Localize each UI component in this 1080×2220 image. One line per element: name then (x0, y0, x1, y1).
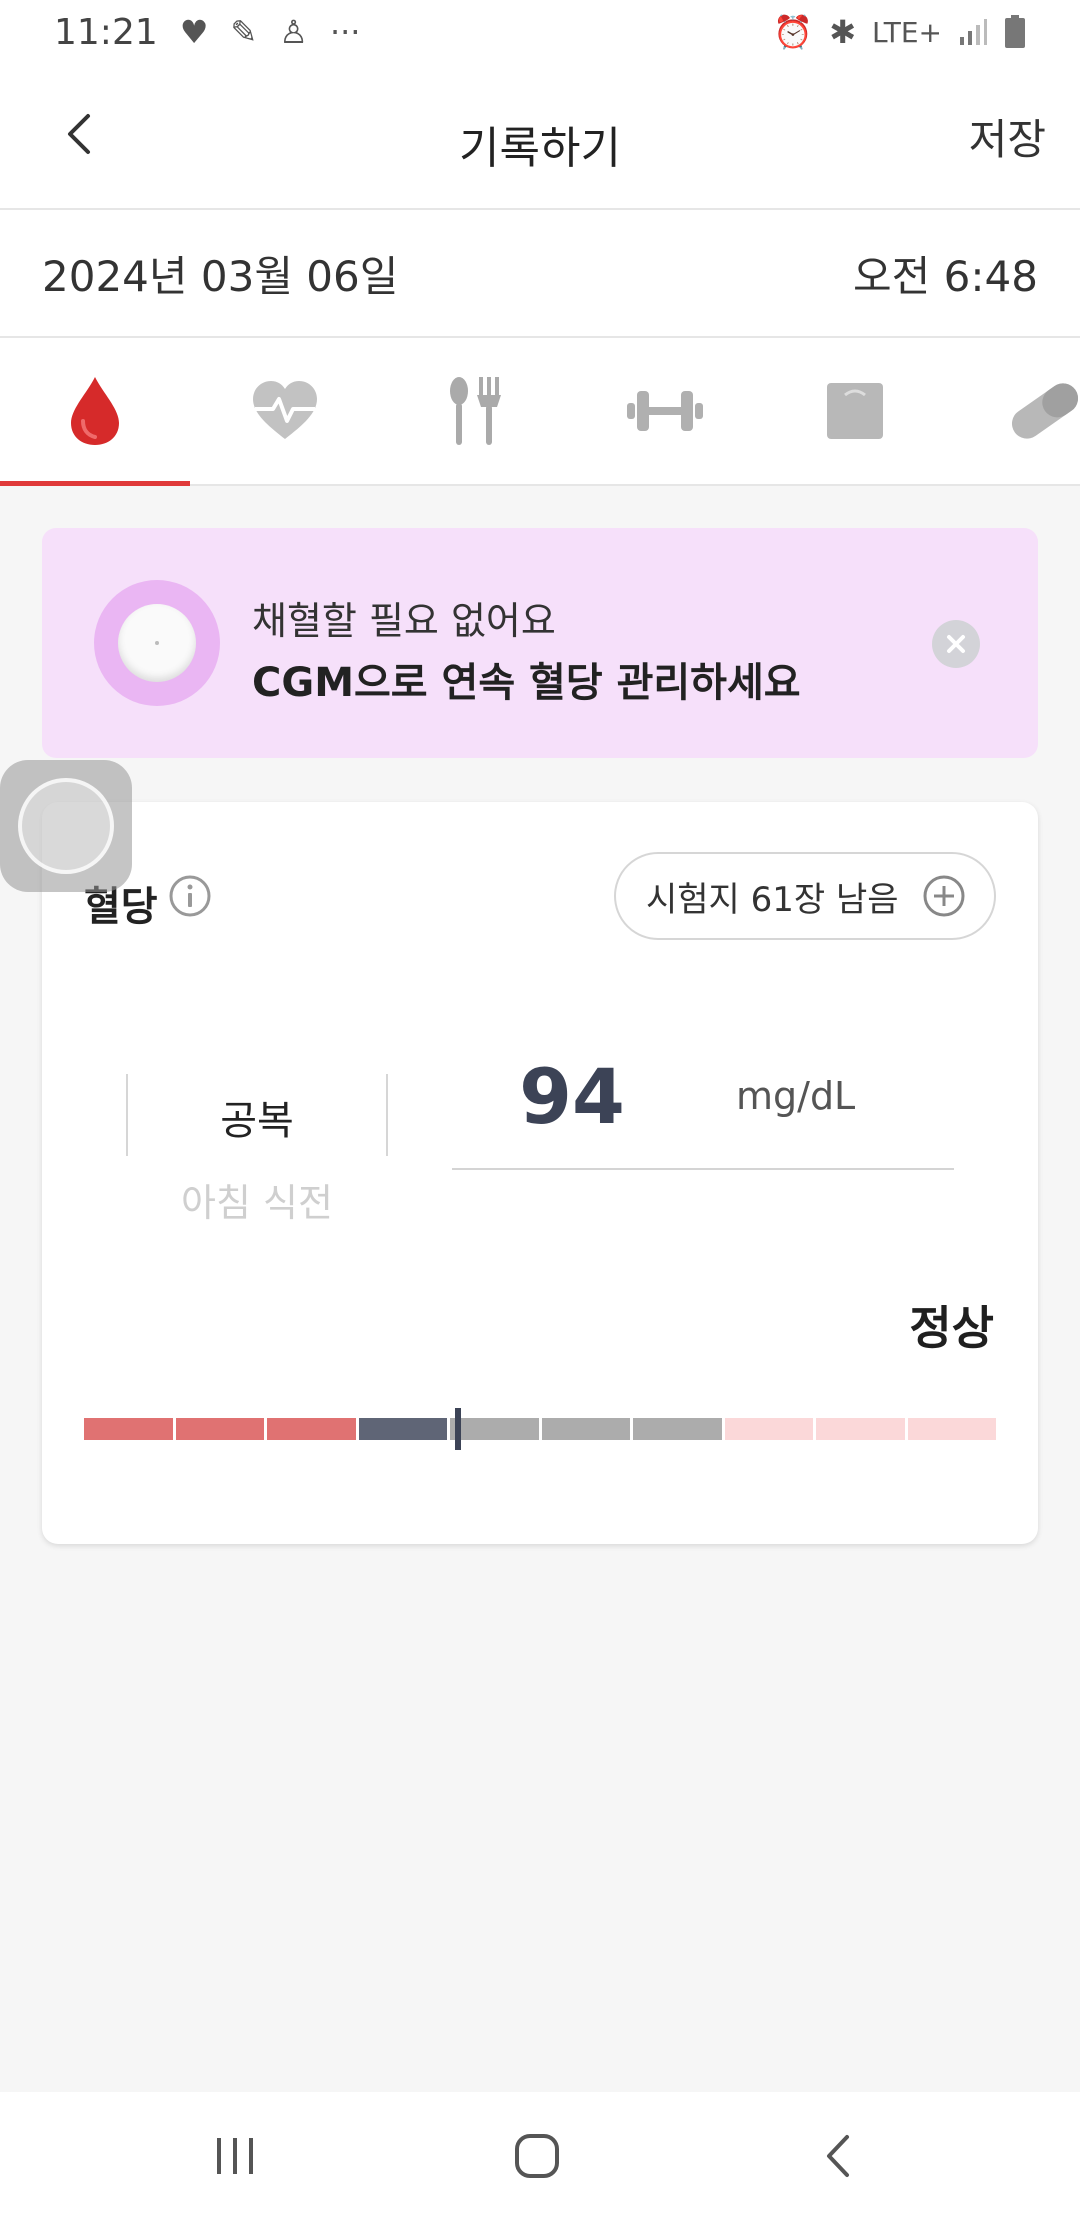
save-button[interactable]: 저장 (969, 106, 1046, 167)
pill-icon (1011, 383, 1079, 439)
range-segment (541, 1418, 630, 1440)
cgm-promo-banner[interactable]: 채혈할 필요 없어요 CGM으로 연속 혈당 관리하세요 (42, 528, 1038, 758)
glucose-unit: mg/dL (736, 1074, 856, 1118)
range-segment (450, 1418, 539, 1440)
banner-subtitle: 채혈할 필요 없어요 (252, 599, 556, 643)
range-segment (907, 1418, 996, 1440)
tab-medication[interactable] (950, 338, 1080, 484)
tab-blood-pressure[interactable] (190, 338, 380, 484)
info-icon[interactable] (168, 874, 212, 918)
blood-glucose-card: 혈당 시험지 61장 남음 공복 아침 식전 94 mg/dL 정상 (42, 802, 1038, 1544)
glucose-status-label: 정상 (909, 1301, 994, 1355)
signal-icon (960, 19, 987, 45)
range-segment (267, 1418, 356, 1440)
nav-back-button[interactable] (778, 2120, 898, 2192)
tab-weight[interactable] (760, 338, 950, 484)
battery-icon (1005, 15, 1025, 48)
tab-exercise[interactable] (570, 338, 760, 484)
status-time: 11:21 (54, 11, 158, 53)
time-picker[interactable]: 오전 6:48 (853, 243, 1038, 304)
range-segment (358, 1418, 447, 1440)
home-button[interactable] (477, 2120, 597, 2192)
range-segment (724, 1418, 813, 1440)
assistive-ring-icon (18, 778, 114, 874)
range-segment (816, 1418, 905, 1440)
meal-timing-selected[interactable]: 공복 (128, 1088, 386, 1146)
close-circle-icon (947, 635, 965, 653)
glucose-range-bar (84, 1408, 996, 1450)
scale-icon (827, 383, 883, 439)
category-tabs (0, 338, 1080, 486)
recent-apps-icon (217, 2138, 253, 2174)
shoe-icon: ✎ (230, 13, 258, 51)
recent-apps-button[interactable] (175, 2120, 295, 2192)
banner-close-button[interactable] (932, 620, 980, 668)
heart-rate-icon (253, 381, 317, 439)
plus-circle-icon (923, 875, 965, 917)
range-marker (454, 1408, 461, 1450)
test-strips-label: 시험지 61장 남음 (646, 879, 899, 920)
app-bar: 기록하기 저장 (0, 64, 1080, 210)
banner-title: CGM으로 연속 혈당 관리하세요 (252, 660, 801, 706)
cgm-sensor-icon (94, 580, 220, 706)
back-icon (827, 2135, 849, 2177)
status-bar: 11:21 ♥ ✎ ♙ ··· ⏰ ✱ LTE+ (0, 0, 1080, 64)
blood-drop-icon (71, 377, 119, 445)
home-icon (515, 2134, 559, 2178)
date-picker[interactable]: 2024년 03월 06일 (42, 243, 398, 304)
range-segment (175, 1418, 264, 1440)
fitness-icon: ♙ (279, 13, 308, 51)
tab-blood-glucose[interactable] (0, 338, 190, 486)
heart-health-icon: ♥ (179, 13, 209, 51)
system-nav-bar (0, 2092, 1080, 2220)
glucose-input-underline (452, 1168, 954, 1170)
page-title: 기록하기 (459, 123, 621, 174)
back-button[interactable] (50, 104, 110, 164)
date-time-row: 2024년 03월 06일 오전 6:48 (0, 210, 1080, 338)
floating-assistive-button[interactable] (0, 760, 132, 892)
range-segment (84, 1418, 173, 1440)
lte-icon: LTE+ (872, 15, 942, 49)
tab-meal[interactable] (380, 338, 570, 484)
bluetooth-icon: ✱ (829, 13, 856, 51)
range-segment (633, 1418, 722, 1440)
test-strips-button[interactable]: 시험지 61장 남음 (614, 852, 996, 940)
alarm-icon: ⏰ (773, 13, 814, 51)
dumbbell-icon (627, 391, 703, 431)
chevron-left-icon (68, 114, 90, 154)
glucose-value-input[interactable]: 94 (392, 1052, 752, 1141)
meal-timing-option[interactable]: 아침 식전 (98, 1172, 416, 1227)
picker-divider-right (386, 1074, 388, 1156)
more-dots-icon: ··· (329, 13, 361, 51)
meal-icon (450, 377, 501, 445)
